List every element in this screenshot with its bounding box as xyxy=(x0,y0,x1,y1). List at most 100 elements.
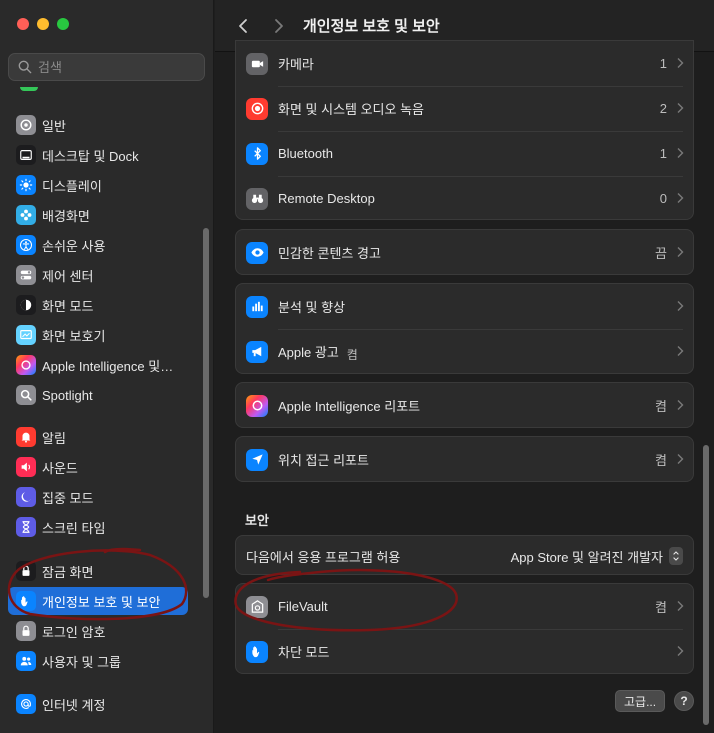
sidebar-item-displays[interactable]: 디스플레이 xyxy=(8,171,188,199)
row-screen-recording[interactable]: 화면 및 시스템 오디오 녹음 2 xyxy=(236,86,693,131)
close-window-button[interactable] xyxy=(17,18,29,30)
forward-button[interactable] xyxy=(269,16,289,36)
window-controls xyxy=(17,18,69,30)
sidebar-item-apple-intelligence[interactable]: Apple Intelligence 및… xyxy=(8,351,188,379)
record-icon xyxy=(246,97,268,120)
sidebar-item-accessibility[interactable]: 손쉬운 사용 xyxy=(8,231,188,259)
sidebar-item-notifications[interactable]: 알림 xyxy=(8,423,188,451)
sidebar-item-privacy-security[interactable]: 개인정보 보호 및 보안 xyxy=(8,587,188,615)
allow-apps-select[interactable]: App Store 및 알려진 개발자 xyxy=(511,547,683,566)
row-analytics[interactable]: 분석 및 향상 xyxy=(236,284,693,329)
contrast-icon xyxy=(16,295,36,315)
zoom-window-button[interactable] xyxy=(57,18,69,30)
sidebar-item-label: 로그인 암호 xyxy=(42,624,106,640)
apple-intelligence-icon xyxy=(246,394,268,417)
sidebar-item-users-groups[interactable]: 사용자 및 그룹 xyxy=(8,647,188,675)
chevron-right-icon xyxy=(677,400,684,410)
app-allow-group: 다음에서 응용 프로그램 허용 App Store 및 알려진 개발자 xyxy=(235,535,694,575)
row-status: 끔 xyxy=(655,246,667,261)
help-button[interactable]: ? xyxy=(674,691,694,711)
sidebar-item-wallpaper[interactable]: 배경화면 xyxy=(8,201,188,229)
sidebar-item-screen-time[interactable]: 스크린 타임 xyxy=(8,513,188,541)
sensitive-content-group: 민감한 콘텐츠 경고 끔 xyxy=(235,229,694,275)
camera-icon xyxy=(246,52,268,75)
users-icon xyxy=(16,651,36,671)
screensaver-icon xyxy=(16,325,36,345)
sidebar-item-sound[interactable]: 사운드 xyxy=(8,453,188,481)
sidebar-item-focus[interactable]: 집중 모드 xyxy=(8,483,188,511)
dock-icon xyxy=(16,145,36,165)
sidebar-item-label: 손쉬운 사용 xyxy=(42,238,106,254)
back-button[interactable] xyxy=(233,16,253,36)
row-apple-ads[interactable]: Apple 광고 켬 xyxy=(236,329,693,373)
sidebar-item-label: 알림 xyxy=(42,430,66,446)
sidebar-item-general[interactable]: 일반 xyxy=(8,111,188,139)
row-label: 카메라 xyxy=(278,57,314,72)
lock-screen-icon xyxy=(16,561,36,581)
partial-item-above xyxy=(8,87,205,93)
sidebar-item-control-center[interactable]: 제어 센터 xyxy=(8,261,188,289)
chevron-right-icon xyxy=(677,58,684,68)
chevron-right-icon xyxy=(677,247,684,257)
sidebar-item-spotlight[interactable]: Spotlight xyxy=(8,381,188,409)
search-input[interactable] xyxy=(38,59,188,75)
accessibility-icon xyxy=(16,235,36,255)
sun-icon xyxy=(16,175,36,195)
chart-icon xyxy=(246,295,268,318)
security-items-group: FileVault 켬 차단 모드 xyxy=(235,583,694,674)
chevron-right-icon xyxy=(677,301,684,311)
row-label: 다음에서 응용 프로그램 허용 xyxy=(246,549,401,565)
row-filevault[interactable]: FileVault 켬 xyxy=(236,584,693,629)
sidebar-item-label: 집중 모드 xyxy=(42,490,94,506)
row-label: 분석 및 향상 xyxy=(278,300,346,315)
main-pane: 개인정보 보호 및 보안 카메라 1 화면 및 시스템 오디오 녹음 2 Blu… xyxy=(215,0,714,733)
row-label: 화면 및 시스템 오디오 녹음 xyxy=(278,102,425,117)
sidebar-item-label: 화면 모드 xyxy=(42,298,94,314)
sidebar-item-lock-screen[interactable]: 잠금 화면 xyxy=(8,557,188,585)
flower-icon xyxy=(16,205,36,225)
chevron-right-icon xyxy=(677,646,684,656)
sidebar-item-internet-accounts[interactable]: 인터넷 계정 xyxy=(8,690,188,718)
advanced-button[interactable]: 고급... xyxy=(615,690,666,712)
row-bluetooth[interactable]: Bluetooth 1 xyxy=(236,131,693,176)
sidebar-item-screen-saver[interactable]: 화면 보호기 xyxy=(8,321,188,349)
location-report-group: 위치 접근 리포트 켬 xyxy=(235,436,694,482)
bell-icon xyxy=(16,427,36,447)
sidebar-scrollbar[interactable] xyxy=(203,228,209,598)
chevron-right-icon xyxy=(677,601,684,611)
sidebar-item-label: 사용자 및 그룹 xyxy=(42,654,121,670)
moon-icon xyxy=(16,487,36,507)
sidebar-item-label: 스크린 타임 xyxy=(42,520,106,536)
chevron-right-icon xyxy=(677,148,684,158)
chevron-right-icon xyxy=(677,193,684,203)
at-icon xyxy=(16,694,36,714)
row-sensitive-content[interactable]: 민감한 콘텐츠 경고 끔 xyxy=(236,230,693,274)
row-label: 민감한 콘텐츠 경고 xyxy=(278,246,381,261)
row-location-report[interactable]: 위치 접근 리포트 켬 xyxy=(236,437,693,481)
sidebar-item-label: 일반 xyxy=(42,118,66,134)
search-field[interactable] xyxy=(8,53,205,81)
row-apple-intelligence-report[interactable]: Apple Intelligence 리포트 켬 xyxy=(236,383,693,427)
row-label: 차단 모드 xyxy=(278,645,330,660)
speaker-icon xyxy=(16,457,36,477)
select-value: App Store 및 알려진 개발자 xyxy=(510,549,663,565)
row-remote-desktop[interactable]: Remote Desktop 0 xyxy=(236,176,693,219)
location-arrow-icon xyxy=(246,448,268,471)
minimize-window-button[interactable] xyxy=(37,18,49,30)
sidebar-item-label: 제어 센터 xyxy=(42,268,94,284)
sidebar-item-appearance[interactable]: 화면 모드 xyxy=(8,291,188,319)
row-label: Apple Intelligence 리포트 xyxy=(278,399,421,414)
row-lockdown-mode[interactable]: 차단 모드 xyxy=(236,629,693,673)
sidebar-item-label: 데스크탑 및 Dock xyxy=(42,148,139,164)
hand-icon xyxy=(246,640,268,663)
main-scrollbar[interactable] xyxy=(703,445,709,725)
chevron-right-icon xyxy=(677,346,684,356)
ai-report-group: Apple Intelligence 리포트 켬 xyxy=(235,382,694,428)
sidebar-item-desktop-dock[interactable]: 데스크탑 및 Dock xyxy=(8,141,188,169)
sidebar-item-login-password[interactable]: 로그인 암호 xyxy=(8,617,188,645)
sidebar-item-label: 잠금 화면 xyxy=(42,564,94,580)
filevault-icon xyxy=(246,595,268,618)
apple-intelligence-icon xyxy=(16,355,36,375)
row-camera[interactable]: 카메라 1 xyxy=(236,41,693,86)
hand-icon xyxy=(16,591,36,611)
